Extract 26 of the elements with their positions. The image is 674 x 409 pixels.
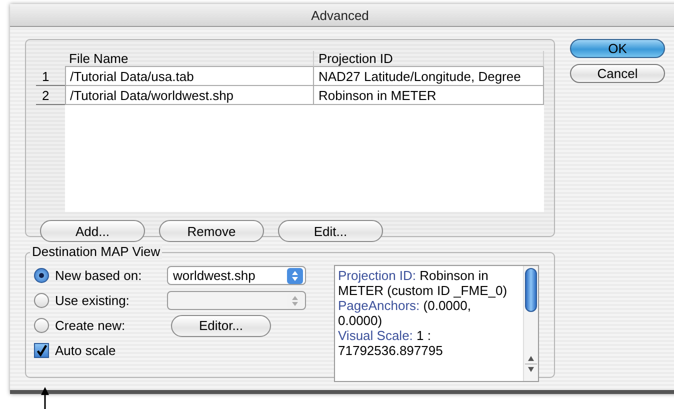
arrow-icon [39, 387, 51, 409]
panel-button[interactable]: Add... [40, 220, 145, 242]
table-cell: /Tutorial Data/worldwest.shp [65, 86, 314, 105]
table-cell: NAD27 Latitude/Longitude, Degree [314, 67, 544, 86]
radio-button[interactable] [34, 318, 49, 333]
group-title: Destination MAP View [30, 244, 162, 259]
checkbox-label: Auto scale [55, 343, 117, 358]
option-label: Use existing: [55, 293, 130, 308]
info-entry: PageAnchors: (0.0000, 0.0000) [338, 298, 472, 328]
scrollbar[interactable] [523, 266, 538, 381]
radio-button[interactable] [34, 268, 49, 283]
panel-button[interactable]: Edit... [278, 220, 383, 242]
stepper-icon [287, 268, 303, 284]
dialog-button[interactable]: OK [570, 39, 665, 58]
editor-button[interactable]: Editor... [171, 314, 271, 336]
option-label: New based on: [55, 268, 143, 283]
popup-menu[interactable]: worldwest.shp [167, 266, 306, 285]
dialog-button[interactable]: Cancel [570, 64, 665, 83]
window-title: Advanced [311, 8, 369, 22]
option-label: Create new: [55, 318, 126, 333]
info-entry: Visual Scale: 1 : 71792536.897795 [338, 328, 444, 358]
table-cell: /Tutorial Data/usa.tab [65, 67, 314, 86]
panel-button[interactable]: Remove [159, 220, 264, 242]
info-entry: Projection ID: Robinson in METER (custom ID _FME_0) [338, 268, 508, 298]
table-cell: Robinson in METER [314, 86, 544, 105]
checkbox[interactable] [34, 343, 49, 358]
